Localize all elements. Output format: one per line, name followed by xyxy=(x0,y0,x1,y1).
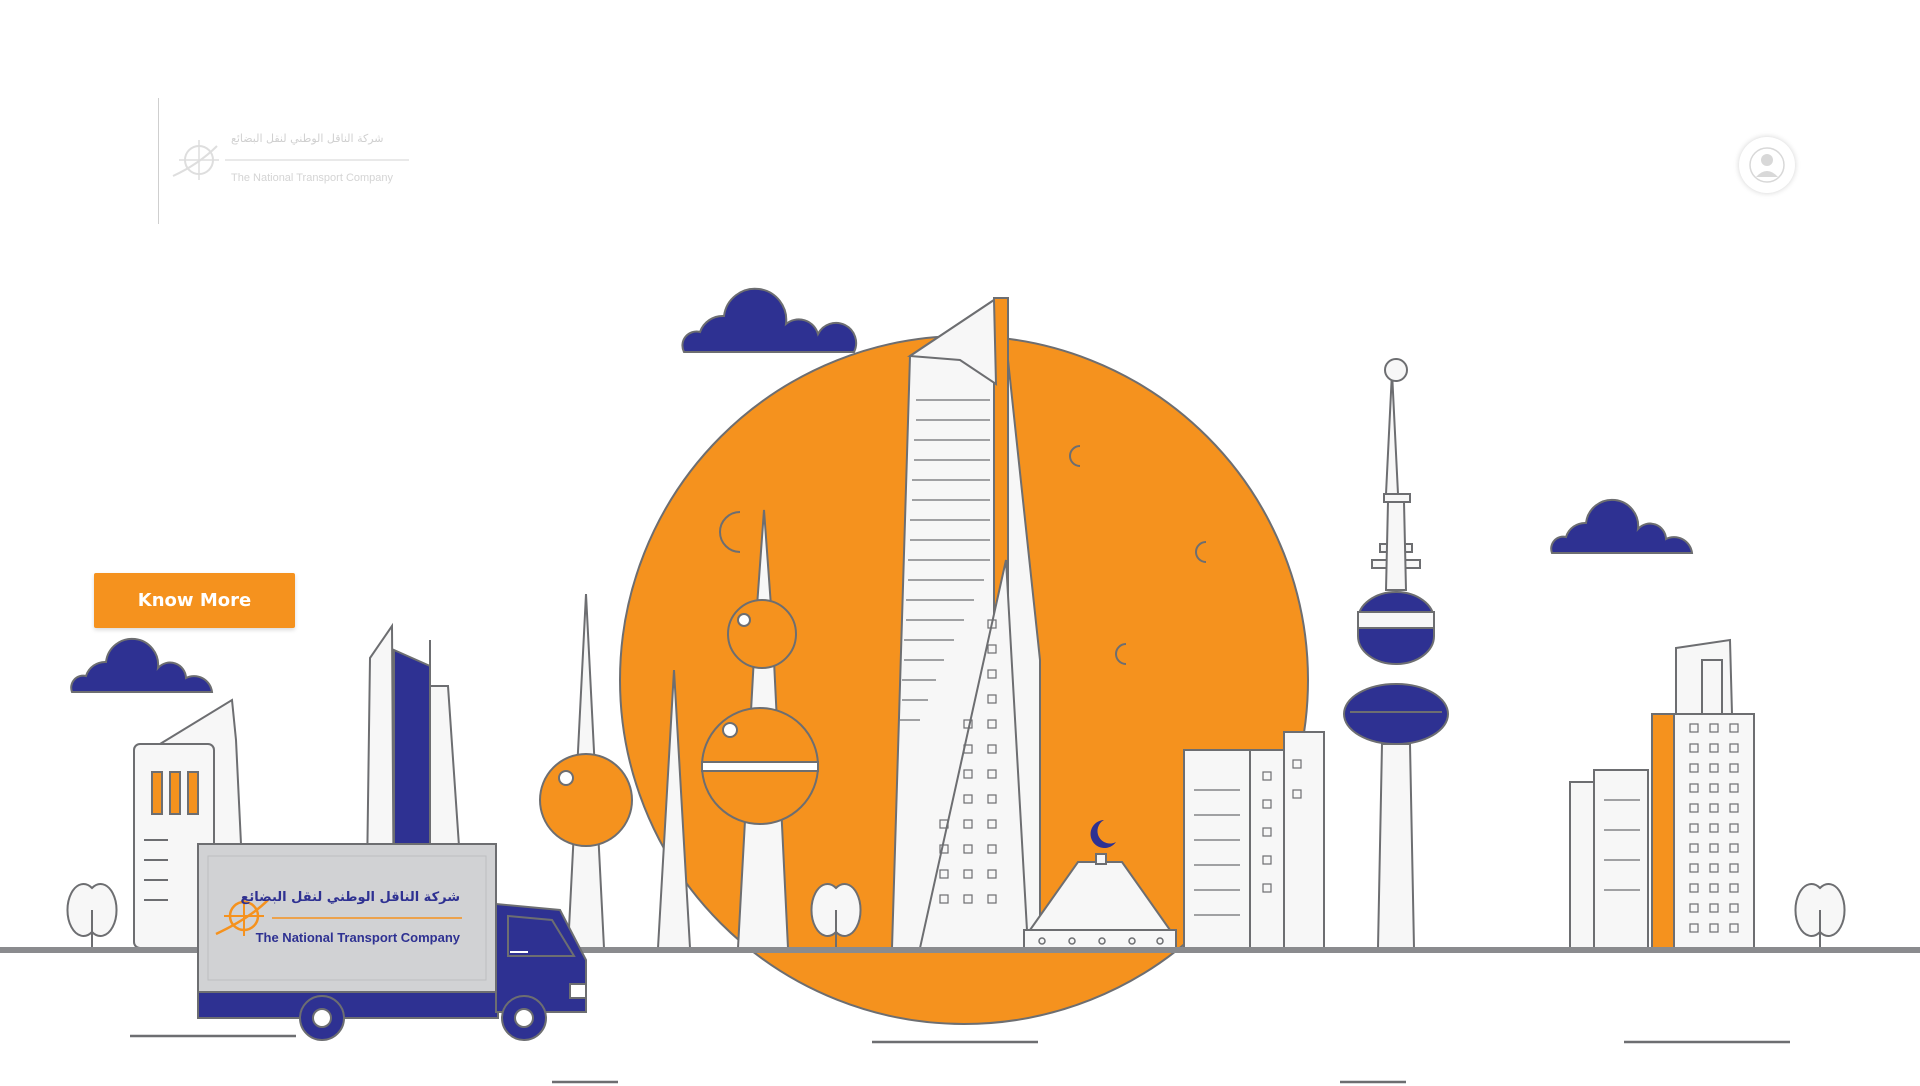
logo-arabic-text: شركة الناقل الوطني لنقل البضائع xyxy=(231,132,384,145)
tower-sphere xyxy=(727,599,797,669)
building xyxy=(1183,749,1251,949)
user-account-button[interactable] xyxy=(1739,137,1795,193)
liberation-tower xyxy=(1384,371,1400,495)
cloud xyxy=(70,637,214,693)
tower-sphere xyxy=(539,753,633,847)
hero-stage: شركة الناقل الوطني لنقل البضائع The Nati… xyxy=(0,0,1920,1086)
tower-pod xyxy=(1343,683,1449,745)
header-logo[interactable]: شركة الناقل الوطني لنقل البضائع The Nati… xyxy=(158,98,413,224)
building xyxy=(1283,731,1325,949)
know-more-button[interactable]: Know More xyxy=(94,573,295,628)
cloud xyxy=(1550,498,1694,554)
truck-logo-english: The National Transport Company xyxy=(256,930,461,945)
building xyxy=(1673,713,1755,949)
cloud xyxy=(681,287,858,353)
truck-logo-arabic: شركة الناقل الوطني لنقل البضائع xyxy=(241,890,461,905)
logo-english-text: The National Transport Company xyxy=(231,172,394,184)
building xyxy=(1593,769,1649,949)
user-icon xyxy=(1749,147,1785,183)
